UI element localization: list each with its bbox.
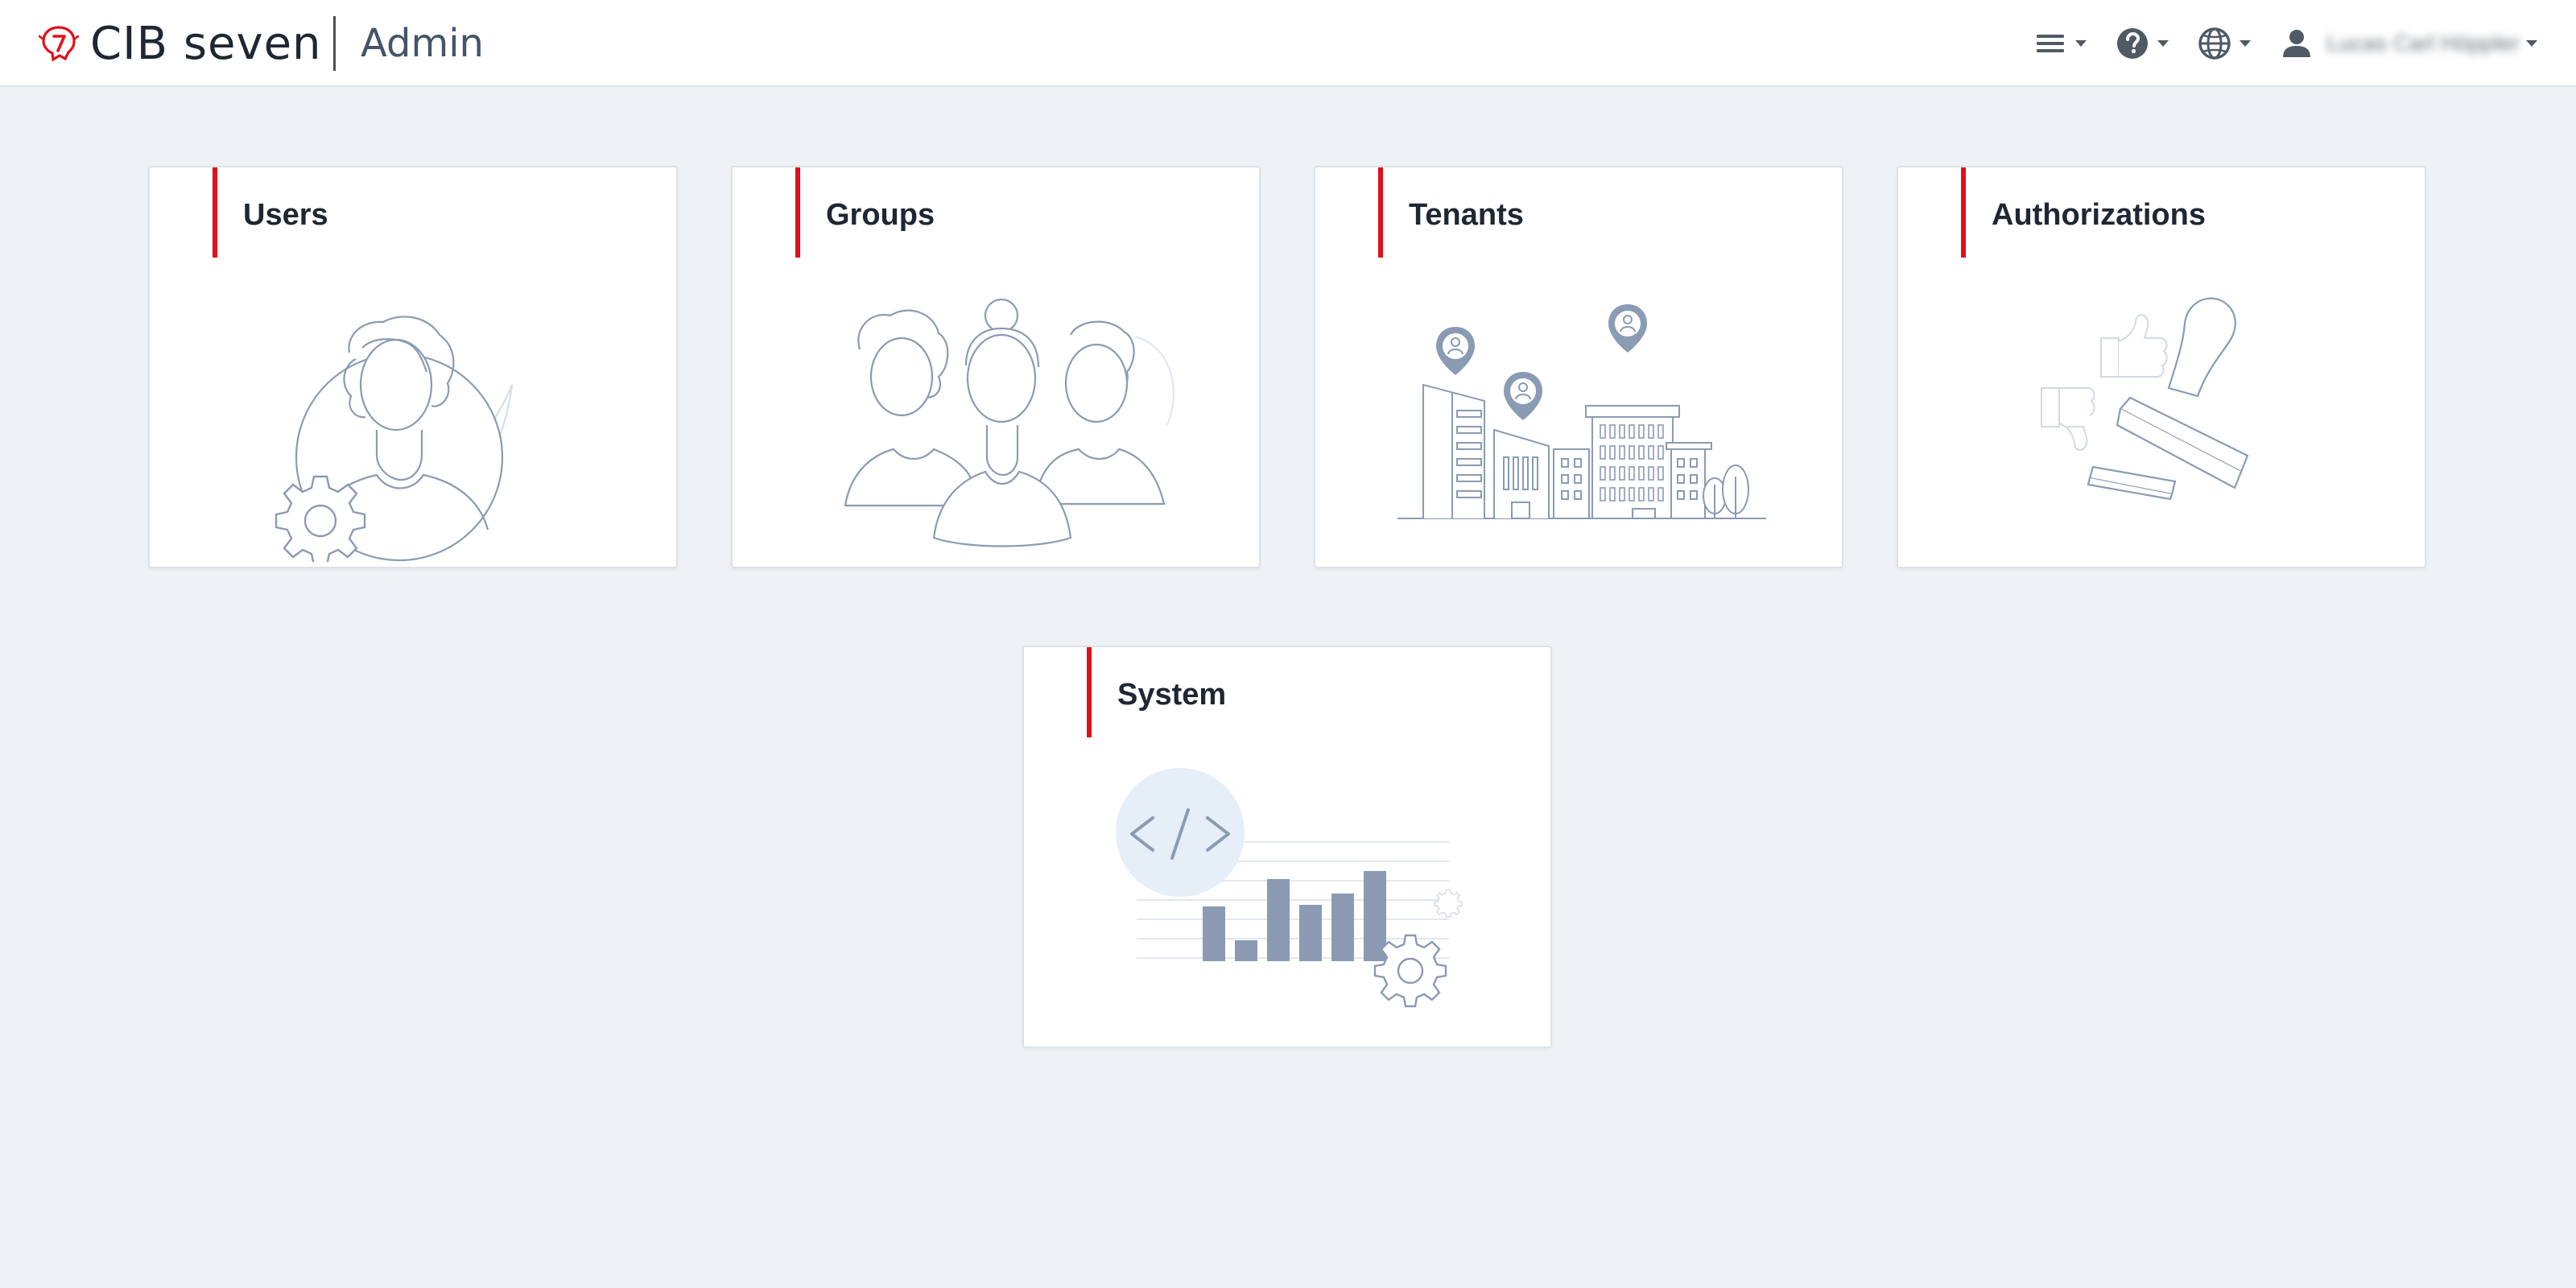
group-people-illustration	[844, 298, 1174, 547]
hamburger-menu-icon	[2037, 35, 2065, 52]
card-authorizations[interactable]: Authorizations	[1897, 166, 2426, 568]
user-icon	[2283, 30, 2311, 57]
help-dropdown-button[interactable]	[2114, 23, 2169, 64]
card-title: Groups	[826, 198, 935, 232]
brand[interactable]: CIB seven	[39, 17, 322, 70]
user-name: Lucas Carl Höppler	[2326, 31, 2520, 56]
user-gear-illustration	[275, 316, 514, 562]
caret-down-icon	[2157, 40, 2169, 47]
caret-down-icon	[2240, 40, 2252, 47]
card-title: Users	[243, 198, 328, 232]
location-pin-icon	[1608, 304, 1647, 353]
bar-chart-icon	[1203, 871, 1386, 961]
globe-icon	[2198, 27, 2231, 60]
card-title: Authorizations	[1992, 198, 2206, 232]
card-title: Tenants	[1409, 198, 1524, 232]
help-circle-icon	[2117, 28, 2149, 59]
brand-divider	[333, 16, 336, 71]
card-users[interactable]: Users	[148, 166, 678, 568]
buildings-location-illustration	[1397, 304, 1766, 519]
user-dropdown-button[interactable]: Lucas Carl Höppler	[2278, 23, 2537, 64]
location-pin-icon	[1436, 327, 1475, 375]
card-accent-bar	[1087, 647, 1092, 737]
navbar-right: Lucas Carl Höppler	[2004, 23, 2537, 64]
top-navbar: CIB seven Admin Lucas Carl Höppler	[0, 0, 2576, 87]
menu-dropdown-button[interactable]	[2032, 23, 2087, 64]
app-name: Admin	[361, 21, 484, 66]
card-title: System	[1117, 678, 1227, 712]
gear-icon	[1434, 889, 1463, 918]
stamp-thumbs-illustration	[2041, 297, 2249, 501]
card-groups[interactable]: Groups	[731, 166, 1261, 568]
caret-down-icon	[2075, 40, 2087, 47]
brand-name: CIB seven	[90, 17, 322, 70]
language-dropdown-button[interactable]	[2196, 23, 2252, 64]
card-accent-bar	[795, 167, 800, 258]
location-pin-icon	[1504, 372, 1542, 420]
code-chart-gear-illustration	[1116, 768, 1463, 1008]
card-accent-bar	[1961, 167, 1966, 258]
card-tenants[interactable]: Tenants	[1314, 166, 1843, 568]
gear-icon	[1373, 934, 1447, 1008]
card-accent-bar	[213, 167, 217, 258]
card-accent-bar	[1378, 167, 1383, 258]
card-system[interactable]: System	[1022, 646, 1552, 1048]
cib-seven-logo-icon	[39, 26, 79, 62]
caret-down-icon	[2526, 40, 2537, 47]
